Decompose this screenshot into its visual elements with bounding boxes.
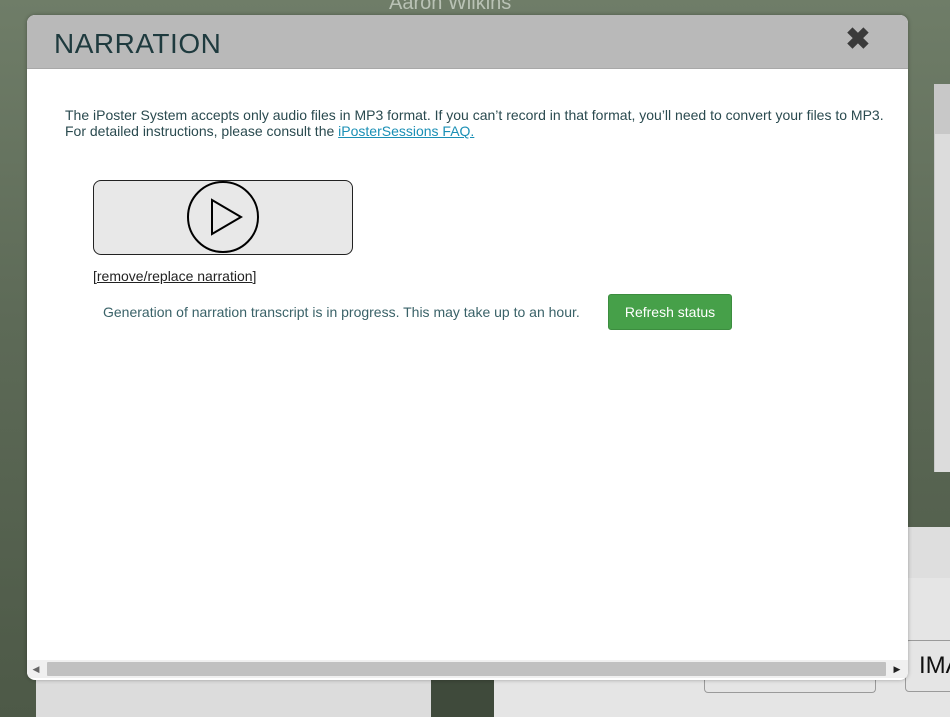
background-bottom-left [36,678,431,717]
scroll-right-icon[interactable]: ▶ [891,663,903,675]
scroll-left-icon[interactable]: ◀ [30,663,42,675]
remove-replace-link[interactable]: remove/replace narration [97,268,253,284]
refresh-status-button[interactable]: Refresh status [608,294,732,330]
faq-link[interactable]: iPosterSessions FAQ. [338,123,474,139]
remove-narration: [remove/replace narration] [93,268,256,284]
play-icon[interactable] [187,181,259,253]
scrollbar-thumb[interactable] [47,662,886,676]
background-bar [908,527,950,579]
modal-title: NARRATION [54,28,222,59]
background-images-button[interactable]: IMA [905,640,950,692]
background-side-panel [934,84,950,472]
presenter-name: Aaron Wilkins [389,0,512,14]
modal-header: NARRATION ✖ [27,15,908,69]
close-icon[interactable]: ✖ [844,25,872,55]
remove-bracket-close: ] [252,268,257,284]
background-bottom-dark [431,678,494,717]
audio-player[interactable] [93,180,353,255]
transcript-status: Generation of narration transcript is in… [103,304,580,320]
horizontal-scrollbar[interactable]: ◀ ▶ [27,660,908,678]
intro-text: The iPoster System accepts only audio fi… [65,107,885,139]
narration-modal: NARRATION ✖ The iPoster System accepts o… [27,15,908,680]
